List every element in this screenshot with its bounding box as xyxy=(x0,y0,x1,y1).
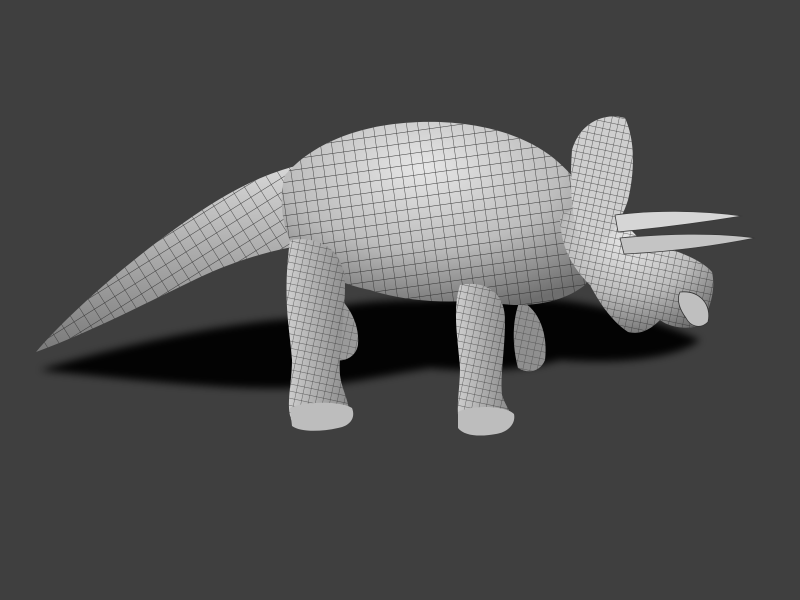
ground-shadow xyxy=(40,297,700,389)
brow-horns xyxy=(614,210,756,255)
hind-foot-toes xyxy=(290,402,354,431)
render-viewport xyxy=(0,0,800,600)
triceratops-render xyxy=(36,116,756,436)
fore-foot-toes xyxy=(458,406,515,436)
